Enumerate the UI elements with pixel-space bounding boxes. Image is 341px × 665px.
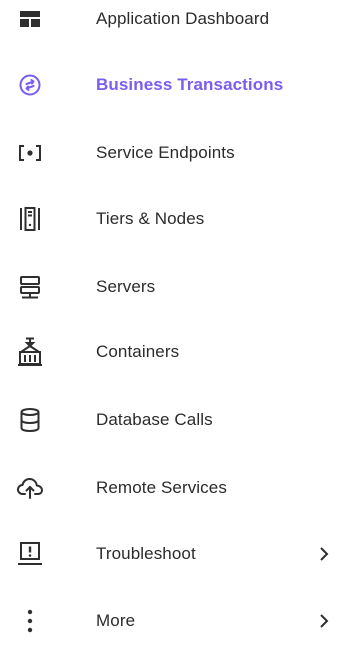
sidebar-item-database-calls[interactable]: Database Calls xyxy=(0,398,341,442)
sidebar-nav: Application Dashboard Business Transacti… xyxy=(0,0,341,665)
sidebar-item-business-transactions[interactable]: Business Transactions xyxy=(0,63,341,107)
service-endpoint-icon xyxy=(14,137,46,169)
sidebar-item-label: Business Transactions xyxy=(96,75,284,94)
containers-icon xyxy=(14,336,46,368)
tiers-nodes-icon xyxy=(14,203,46,235)
database-icon xyxy=(14,404,46,436)
sidebar-item-label: Tiers & Nodes xyxy=(96,209,205,228)
chevron-right-icon xyxy=(316,544,332,564)
sidebar-item-label: Application Dashboard xyxy=(96,9,270,28)
sidebar-item-label: More xyxy=(96,611,136,630)
sidebar-item-more[interactable]: More xyxy=(0,599,341,643)
sidebar-item-application-dashboard[interactable]: Application Dashboard xyxy=(0,0,341,41)
sidebar-item-label: Database Calls xyxy=(96,410,213,429)
sidebar-item-label: Containers xyxy=(96,342,180,361)
cloud-upload-icon xyxy=(14,472,46,504)
sidebar-item-label: Remote Services xyxy=(96,478,227,497)
sidebar-item-label: Service Endpoints xyxy=(96,143,235,162)
dashboard-icon xyxy=(14,3,46,35)
sidebar-item-tiers-nodes[interactable]: Tiers & Nodes xyxy=(0,197,341,241)
servers-icon xyxy=(14,271,46,303)
sidebar-item-servers[interactable]: Servers xyxy=(0,265,341,309)
transactions-icon xyxy=(14,69,46,101)
more-vertical-icon xyxy=(14,605,46,637)
sidebar-item-troubleshoot[interactable]: Troubleshoot xyxy=(0,532,341,576)
chevron-right-icon xyxy=(316,611,332,631)
sidebar-item-remote-services[interactable]: Remote Services xyxy=(0,466,341,510)
sidebar-item-containers[interactable]: Containers xyxy=(0,330,341,374)
sidebar-item-label: Troubleshoot xyxy=(96,544,196,563)
sidebar-item-label: Servers xyxy=(96,277,156,296)
sidebar-item-service-endpoints[interactable]: Service Endpoints xyxy=(0,131,341,175)
troubleshoot-icon xyxy=(14,538,46,570)
